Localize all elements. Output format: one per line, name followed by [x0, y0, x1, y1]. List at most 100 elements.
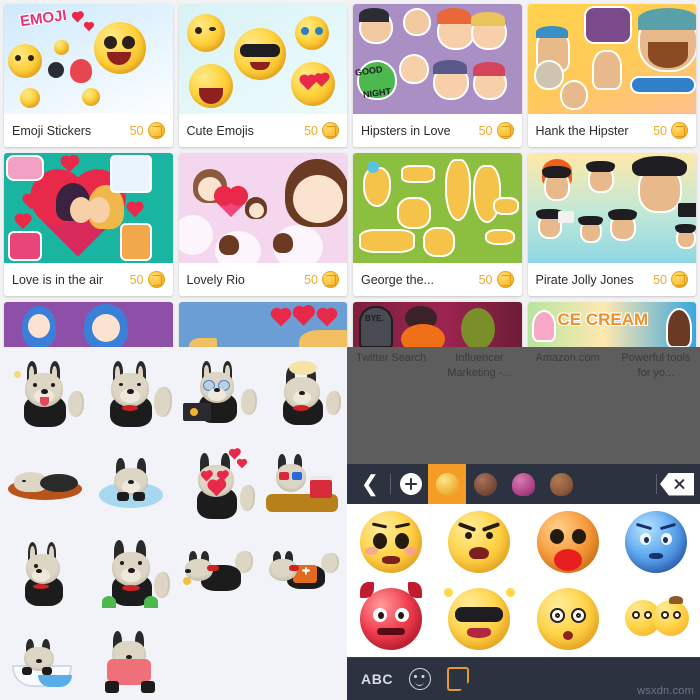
emoji-sick-red-nose[interactable]	[536, 511, 599, 574]
emoji-devil[interactable]	[360, 581, 423, 650]
sticker-pack-card-partial[interactable]: CE CREAM	[527, 302, 696, 347]
watermark: wsxdn.com	[637, 685, 694, 697]
sticker-husky-sleeping-blanket[interactable]	[2, 441, 88, 527]
sticker-husky-standing-grass[interactable]	[88, 531, 174, 617]
sticker-pack-card[interactable]: Cute Emojis 50	[178, 4, 347, 147]
sticker-husky-skateboard[interactable]	[88, 621, 174, 700]
mouth	[467, 627, 492, 638]
mouth	[469, 547, 490, 560]
screenshot-root: EMOJI Emoji Stickers 50 Cute Emojis 50 G…	[0, 0, 700, 700]
emoji-bear-icon	[549, 472, 573, 496]
chevron-left-icon: ❮	[360, 471, 380, 496]
emoji-dizzy-spiral[interactable]	[536, 587, 599, 650]
hair-tuft	[668, 595, 683, 604]
pupil-right	[398, 611, 405, 619]
sticker-husky-facepalm[interactable]	[259, 351, 345, 437]
sticker-pack-card[interactable]: GOOD NIGHT Hipsters in Love 50	[353, 4, 522, 147]
sticker-pack-card-partial[interactable]	[178, 302, 347, 347]
emoji-angry-pouting[interactable]	[448, 511, 511, 574]
pack-thumbnail-pirate-jolly-jones[interactable]	[527, 153, 696, 263]
emoji-cold-sweat-blue[interactable]	[624, 511, 687, 574]
pack-thumbnail-emoji-stickers[interactable]: EMOJI	[4, 4, 173, 114]
emoji-pleading-face[interactable]	[360, 511, 423, 574]
sticker-husky-bathtub[interactable]	[2, 621, 88, 700]
coin-icon	[322, 271, 339, 288]
pack-thumbnail-hank-the-hipster[interactable]	[527, 4, 696, 114]
horn-left	[360, 581, 375, 598]
sticker-pack-card[interactable]: George the... 50	[353, 153, 522, 296]
pack-thumbnail-pizza-love[interactable]	[178, 302, 347, 347]
sticker-husky-3d-movie-popcorn[interactable]	[259, 441, 345, 527]
sticker-husky-in-love[interactable]	[174, 441, 260, 527]
emoji-two-faces[interactable]	[624, 588, 689, 650]
pack-price: 50	[653, 123, 667, 138]
tab-emoji-brown[interactable]	[466, 464, 504, 504]
pack-thumbnail-george-the-giraffe[interactable]	[353, 153, 522, 263]
pack-title: Hank the Hipster	[535, 123, 629, 138]
eye-right	[486, 532, 494, 540]
pack-thumbnail-cute-emojis[interactable]	[178, 4, 347, 114]
sticker-pack-card-partial[interactable]: BYE.	[353, 302, 522, 347]
pack-title: Emoji Stickers	[12, 123, 92, 138]
pack-price: 50	[129, 272, 144, 287]
mouth	[648, 553, 663, 560]
coin-icon	[147, 122, 165, 139]
pack-thumbnail-blue-hair-girl[interactable]	[4, 302, 173, 347]
pack-thumbnail-lovely-rio[interactable]	[178, 153, 347, 263]
sticker-pack-card[interactable]: Lovely Rio 50	[178, 153, 347, 296]
coin-icon	[496, 271, 514, 288]
sticker-pack-preview-panel	[0, 347, 347, 700]
dimmed-label: Amazon.com	[535, 352, 600, 364]
pack-price: 50	[304, 272, 318, 287]
pack-title: Cute Emojis	[186, 123, 254, 138]
red-nose	[553, 549, 582, 572]
tab-emoji-pink[interactable]	[504, 464, 542, 504]
coin-icon	[322, 122, 339, 139]
spiral-eye-right	[570, 607, 586, 623]
back-button[interactable]: ❮	[353, 464, 387, 504]
pack-meta-row: George the... 50	[353, 263, 522, 296]
pack-title: Lovely Rio	[186, 272, 245, 287]
sticker-husky-splash[interactable]	[88, 441, 174, 527]
sticker-husky-bowtie[interactable]	[88, 351, 174, 437]
dimmed-labels-row: Twitter Search Influencer Marketing -...…	[347, 347, 700, 464]
pack-title: Love is in the air	[12, 272, 104, 287]
smiley-icon[interactable]	[409, 668, 432, 690]
pack-thumbnail-love-is-in-the-air[interactable]	[4, 153, 173, 263]
eye-left	[465, 532, 473, 540]
pupil-left	[378, 611, 385, 619]
pack-title: George the...	[361, 272, 434, 287]
coin-icon	[671, 271, 688, 288]
tab-emoji-classic[interactable]	[428, 464, 466, 504]
sticker-pack-card[interactable]: Love is in the air 50	[4, 153, 173, 296]
toolbar-divider	[390, 474, 391, 494]
pack-thumbnail-halloween[interactable]: BYE.	[353, 302, 522, 347]
sticker-note-icon[interactable]	[447, 667, 470, 691]
tab-emoji-bear[interactable]	[542, 464, 580, 504]
preview-sticker-grid	[0, 347, 347, 700]
pack-thumbnail-hipsters-in-love[interactable]: GOOD NIGHT	[353, 4, 522, 114]
pack-thumbnail-ice-cream[interactable]: CE CREAM	[527, 302, 696, 347]
keyboard-bottom-bar: ABC wsxdn.com	[347, 657, 700, 700]
sticker-husky-laughing[interactable]	[2, 351, 88, 437]
brow-left	[458, 522, 477, 533]
add-sticker-pack-button[interactable]	[394, 464, 428, 504]
sticker-husky-rescue-vest[interactable]	[259, 531, 345, 617]
eye-left	[549, 529, 564, 545]
delete-button[interactable]	[660, 464, 694, 504]
sticker-pack-card[interactable]: EMOJI Emoji Stickers 50	[4, 4, 173, 147]
sticker-husky-laptop-nerd[interactable]	[174, 351, 260, 437]
sticker-store-panel: EMOJI Emoji Stickers 50 Cute Emojis 50 G…	[0, 0, 700, 347]
emoji-sunglasses-cool[interactable]	[444, 587, 516, 650]
sticker-pack-card-partial[interactable]	[4, 302, 173, 347]
abc-button[interactable]: ABC	[361, 671, 393, 687]
eye-right-1	[660, 610, 669, 619]
sticker-husky-sitting[interactable]	[2, 531, 88, 617]
backspace-icon	[660, 472, 694, 496]
sticker-pack-grid: EMOJI Emoji Stickers 50 Cute Emojis 50 G…	[0, 0, 700, 347]
sticker-husky-walking[interactable]	[174, 531, 260, 617]
emoji-keyboard-panel: Twitter Search Influencer Marketing -...…	[347, 347, 700, 700]
sticker-pack-card[interactable]: Hank the Hipster 50	[527, 4, 696, 147]
sticker-pack-card[interactable]: Pirate Jolly Jones 50	[527, 153, 696, 296]
face-right	[652, 599, 689, 636]
